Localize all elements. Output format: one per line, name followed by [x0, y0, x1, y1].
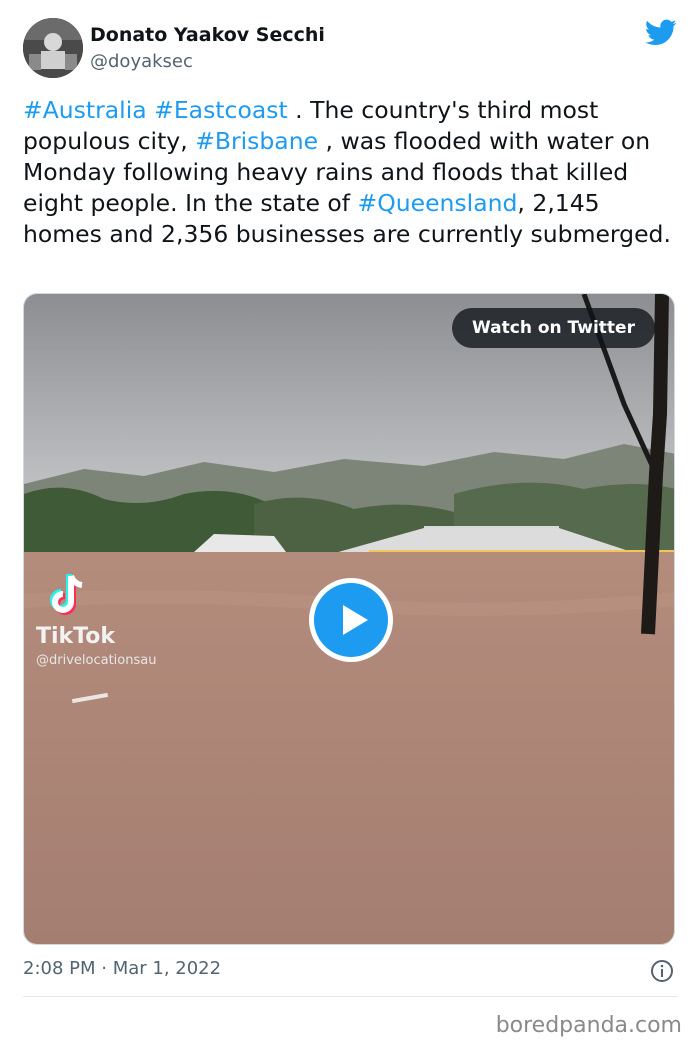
hashtag-brisbane[interactable]: #Brisbane [195, 127, 318, 155]
tiktok-logo-icon [50, 574, 83, 615]
tweet-timestamp[interactable]: 2:08 PM · Mar 1, 2022 [23, 958, 221, 979]
tiktok-watermark-name: TikTok [36, 624, 116, 649]
divider [23, 996, 678, 997]
tweet-text: #Australia #Eastcoast . The country's th… [23, 95, 678, 250]
user-handle[interactable]: @doyaksec [90, 51, 193, 72]
play-button[interactable] [309, 578, 393, 662]
hashtag-australia[interactable]: #Australia [23, 96, 147, 124]
tiktok-watermark-handle: @drivelocationsau [36, 653, 157, 668]
info-icon[interactable] [650, 959, 674, 983]
avatar-image [23, 18, 83, 78]
boredpanda-watermark: boredpanda.com [495, 1013, 682, 1038]
hashtag-queensland[interactable]: #Queensland [358, 189, 518, 217]
video-player[interactable]: Watch on Twitter TikTok @drivelocationsa… [23, 293, 675, 945]
tweet-card: Donato Yaakov Secchi @doyaksec #Australi… [0, 0, 700, 1049]
play-button-circle [314, 583, 388, 657]
avatar[interactable] [23, 18, 83, 78]
watch-on-twitter-button[interactable]: Watch on Twitter [452, 308, 655, 348]
display-name[interactable]: Donato Yaakov Secchi [90, 24, 325, 46]
play-icon [343, 605, 368, 635]
twitter-bird-icon[interactable] [645, 19, 677, 47]
hashtag-eastcoast[interactable]: #Eastcoast [154, 96, 288, 124]
